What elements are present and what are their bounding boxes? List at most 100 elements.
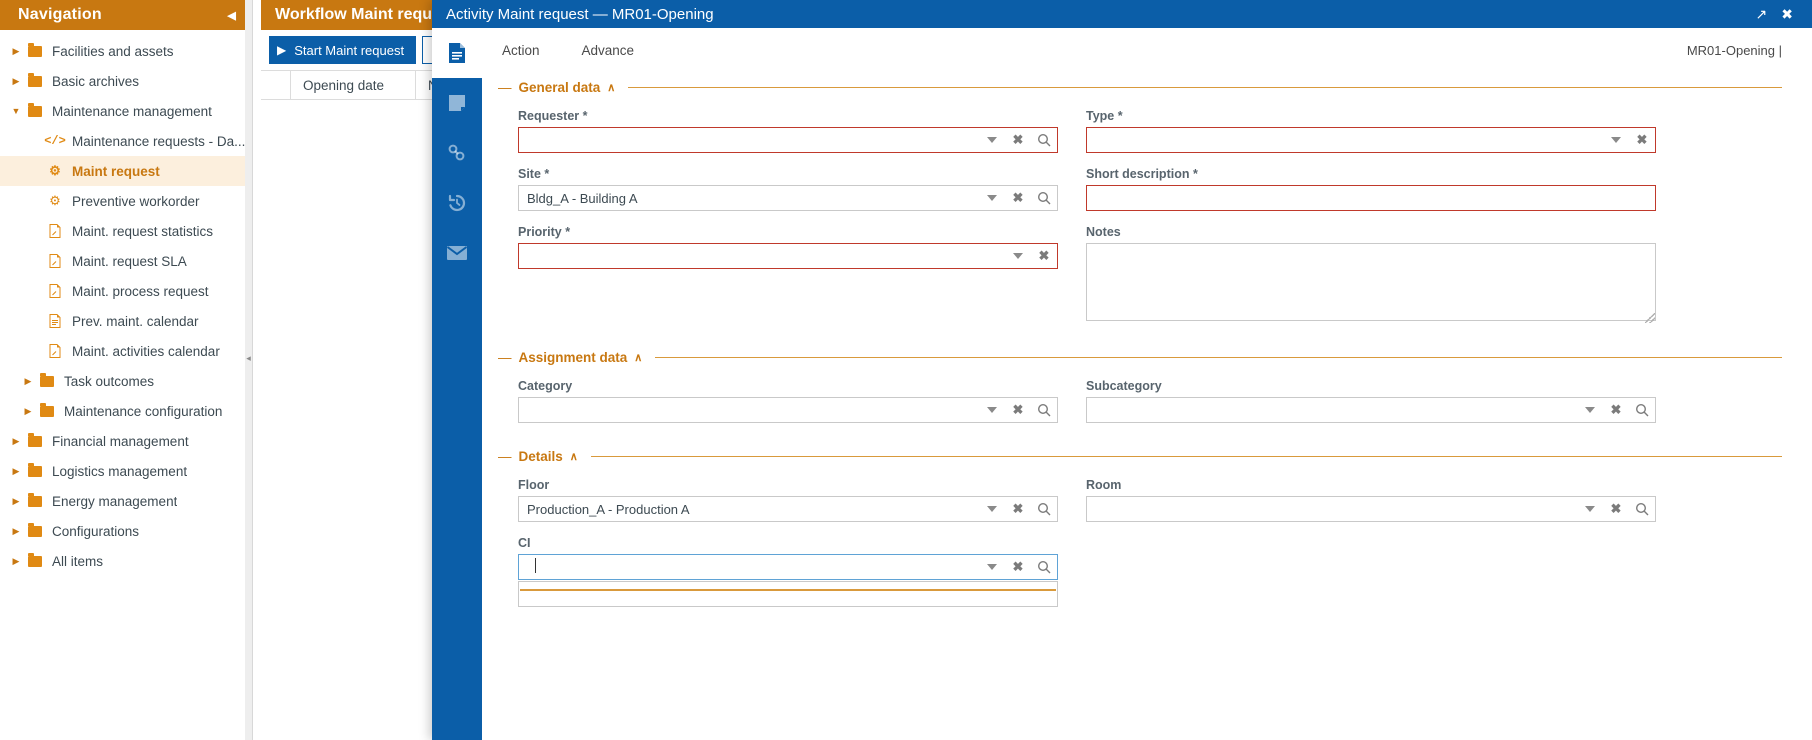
sidebar-item-maintenance-configuration[interactable]: ▶ Maintenance configuration bbox=[0, 396, 252, 426]
grid-column-select[interactable] bbox=[261, 71, 291, 99]
sidebar-item-configurations[interactable]: ▶ Configurations bbox=[0, 516, 252, 546]
chevron-right-icon[interactable]: ▶ bbox=[20, 376, 36, 387]
dropdown-caret-icon[interactable] bbox=[979, 195, 1005, 201]
close-icon[interactable]: ✖ bbox=[1774, 6, 1800, 23]
report-icon-wrap bbox=[44, 314, 66, 328]
clear-icon[interactable]: ✖ bbox=[1005, 559, 1031, 575]
sidebar-item-label: Logistics management bbox=[52, 463, 188, 479]
chevron-right-icon[interactable]: ▶ bbox=[8, 436, 24, 447]
sidebar-item-maint-process-request[interactable]: Maint. process request bbox=[0, 276, 252, 306]
navigation-list: ▶ Facilities and assets ▶ Basic archives ▼ Ma… bbox=[0, 30, 252, 576]
dropdown-caret-icon[interactable] bbox=[979, 564, 1005, 570]
section-collapse-icon[interactable]: ∧ bbox=[607, 81, 615, 94]
sidebar-item-maintenance-requests-da[interactable]: </> Maintenance requests - Da... bbox=[0, 126, 252, 156]
search-icon[interactable] bbox=[1031, 560, 1057, 574]
clear-icon[interactable]: ✖ bbox=[1005, 402, 1031, 418]
dropdown-caret-icon[interactable] bbox=[979, 407, 1005, 413]
dropdown-caret-icon[interactable] bbox=[979, 137, 1005, 143]
sidebar-item-label: Preventive workorder bbox=[72, 193, 200, 209]
grid-column-opening-date[interactable]: Opening date bbox=[291, 71, 416, 99]
short-description-input-wrap[interactable] bbox=[1086, 185, 1656, 211]
clear-icon[interactable]: ✖ bbox=[1603, 402, 1629, 418]
clear-icon[interactable]: ✖ bbox=[1005, 501, 1031, 517]
field-room: Room ✖ bbox=[1086, 478, 1656, 522]
category-input-wrap[interactable]: ✖ bbox=[518, 397, 1058, 423]
dropdown-caret-icon[interactable] bbox=[1603, 137, 1629, 143]
dropdown-caret-icon[interactable] bbox=[979, 506, 1005, 512]
start-maint-request-button[interactable]: ▶ Start Maint request bbox=[269, 36, 417, 64]
navigation-splitter[interactable]: ◂ bbox=[245, 0, 252, 740]
splitter-handle-icon[interactable]: ◂ bbox=[245, 353, 252, 364]
chevron-down-icon[interactable]: ▼ bbox=[8, 106, 24, 116]
site-input[interactable]: Bldg_A - Building A bbox=[519, 191, 979, 206]
chevron-right-icon[interactable]: ▶ bbox=[8, 46, 24, 57]
chevron-right-icon[interactable]: ▶ bbox=[8, 466, 24, 477]
clear-icon[interactable]: ✖ bbox=[1031, 248, 1057, 264]
subcategory-input-wrap[interactable]: ✖ bbox=[1086, 397, 1656, 423]
sidebar-item-facilities-and-assets[interactable]: ▶ Facilities and assets bbox=[0, 36, 252, 66]
chevron-right-icon[interactable]: ▶ bbox=[8, 526, 24, 537]
navigation-title: Navigation bbox=[18, 6, 102, 23]
dropdown-caret-icon[interactable] bbox=[1005, 253, 1031, 259]
dropdown-caret-icon[interactable] bbox=[1577, 407, 1603, 413]
clear-icon[interactable]: ✖ bbox=[1603, 501, 1629, 517]
mail-icon[interactable] bbox=[432, 228, 482, 278]
requester-input-wrap[interactable]: ✖ bbox=[518, 127, 1058, 153]
dropdown-caret-icon[interactable] bbox=[1577, 506, 1603, 512]
document-icon[interactable] bbox=[432, 28, 482, 78]
priority-input-wrap[interactable]: ✖ bbox=[518, 243, 1058, 269]
sidebar-item-maint-request-statistics[interactable]: Maint. request statistics bbox=[0, 216, 252, 246]
search-icon[interactable] bbox=[1031, 133, 1057, 147]
section-collapse-icon[interactable]: ∧ bbox=[634, 351, 642, 364]
search-icon[interactable] bbox=[1031, 191, 1057, 205]
menu-item-action[interactable]: Action bbox=[502, 43, 540, 58]
notes-textarea[interactable] bbox=[1086, 243, 1656, 321]
chevron-right-icon[interactable]: ▶ bbox=[8, 556, 24, 567]
sidebar-item-prev-maint-calendar[interactable]: Prev. maint. calendar bbox=[0, 306, 252, 336]
room-input-wrap[interactable]: ✖ bbox=[1086, 496, 1656, 522]
clear-icon[interactable]: ✖ bbox=[1005, 132, 1031, 148]
sidebar-item-all-items[interactable]: ▶ All items bbox=[0, 546, 252, 576]
history-icon[interactable] bbox=[432, 178, 482, 228]
resize-grip-icon[interactable] bbox=[1645, 313, 1655, 323]
chevron-right-icon[interactable]: ▶ bbox=[20, 406, 36, 417]
link-icon[interactable] bbox=[432, 128, 482, 178]
chevron-right-icon[interactable]: ▶ bbox=[8, 496, 24, 507]
ci-label: CI bbox=[518, 536, 531, 550]
ci-input-wrap[interactable]: ✖ bbox=[518, 554, 1058, 580]
folder-icon-wrap bbox=[24, 552, 46, 567]
sidebar-item-maintenance-management[interactable]: ▼ Maintenance management bbox=[0, 96, 252, 126]
sidebar-item-maint-request[interactable]: ⚙ Maint request bbox=[0, 156, 252, 186]
search-icon[interactable] bbox=[1031, 502, 1057, 516]
type-input-wrap[interactable]: ✖ bbox=[1086, 127, 1656, 153]
folder-icon bbox=[28, 552, 42, 567]
sidebar-item-task-outcomes[interactable]: ▶ Task outcomes bbox=[0, 366, 252, 396]
form-column-right: Type * ✖ Short description * Notes bbox=[1086, 95, 1656, 324]
ci-input[interactable] bbox=[519, 558, 979, 576]
clear-icon[interactable]: ✖ bbox=[1005, 190, 1031, 206]
expand-icon[interactable]: ↗ bbox=[1749, 6, 1775, 23]
navigation-panel: Navigation ◀ ▶ Facilities and assets ▶ Basi… bbox=[0, 0, 253, 740]
sidebar-item-logistics-management[interactable]: ▶ Logistics management bbox=[0, 456, 252, 486]
note-icon[interactable] bbox=[432, 78, 482, 128]
form-column-left: Requester * ✖ Site * Bldg_A - Building A ✖ Pr… bbox=[518, 95, 1058, 324]
ci-dropdown-panel[interactable] bbox=[518, 581, 1058, 607]
search-icon[interactable] bbox=[1629, 502, 1655, 516]
sidebar-item-basic-archives[interactable]: ▶ Basic archives bbox=[0, 66, 252, 96]
sidebar-item-financial-management[interactable]: ▶ Financial management bbox=[0, 426, 252, 456]
site-input-wrap[interactable]: Bldg_A - Building A ✖ bbox=[518, 185, 1058, 211]
menu-item-advance[interactable]: Advance bbox=[582, 43, 635, 58]
section-collapse-icon[interactable]: ∧ bbox=[570, 450, 578, 463]
search-icon[interactable] bbox=[1031, 403, 1057, 417]
field-requester: Requester * ✖ bbox=[518, 109, 1058, 153]
floor-input-wrap[interactable]: Production_A - Production A ✖ bbox=[518, 496, 1058, 522]
floor-input[interactable]: Production_A - Production A bbox=[519, 502, 979, 517]
sidebar-item-maint-request-sla[interactable]: Maint. request SLA bbox=[0, 246, 252, 276]
chevron-right-icon[interactable]: ▶ bbox=[8, 76, 24, 87]
sidebar-item-preventive-workorder[interactable]: ⚙ Preventive workorder bbox=[0, 186, 252, 216]
sidebar-item-maint-activities-calendar[interactable]: Maint. activities calendar bbox=[0, 336, 252, 366]
sidebar-item-energy-management[interactable]: ▶ Energy management bbox=[0, 486, 252, 516]
chevron-left-icon[interactable]: ◀ bbox=[221, 9, 242, 22]
search-icon[interactable] bbox=[1629, 403, 1655, 417]
clear-icon[interactable]: ✖ bbox=[1629, 132, 1655, 148]
